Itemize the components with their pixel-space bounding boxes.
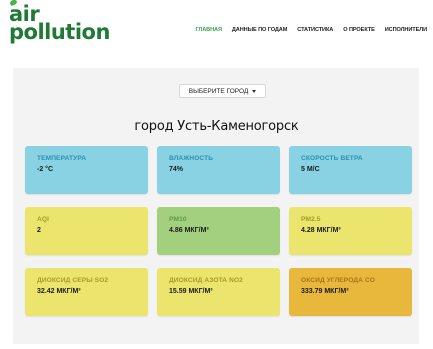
card-value: 74% [169, 166, 184, 173]
nav-item-team[interactable]: ИСПОЛНИТЕЛИ [385, 27, 427, 33]
city-select-label: ВЫБЕРИТЕ ГОРОД [188, 87, 249, 95]
card-value: -2 °C [37, 166, 54, 173]
card-value: 2 [37, 227, 41, 234]
nav-item-data-by-year[interactable]: ДАННЫЕ ПО ГОДАМ [232, 27, 287, 33]
nav-item-home[interactable]: ГЛАВНАЯ [195, 27, 222, 33]
caret-down-icon [252, 89, 257, 93]
card-so2: ДИОКСИД СЕРЫ SO2 32.42 МКГ/М³ [25, 268, 148, 316]
card-temperature: ТЕМПЕРАТУРА -2 °C [25, 146, 148, 194]
logo-line-1: air [9, 0, 110, 25]
card-value: 333.79 МКГ/М³ [301, 288, 349, 295]
main-nav: ГЛАВНАЯ ДАННЫЕ ПО ГОДАМ СТАТИСТИКА О ПРО… [195, 27, 427, 33]
card-value: 4.86 МКГ/М³ [169, 227, 209, 234]
card-label: PM10 [169, 216, 187, 223]
card-aqi: AQI 2 [25, 207, 148, 255]
site-logo[interactable]: air pollution [9, 0, 110, 43]
card-wind-speed: СКОРОСТЬ ВЕТРА 5 М/С [289, 146, 412, 194]
card-label: AQI [37, 216, 50, 223]
card-no2: ДИОКСИД АЗОТА NO2 15.59 МКГ/М³ [157, 268, 280, 316]
card-value: 32.42 МКГ/М³ [37, 288, 81, 295]
card-pm25: PM2.5 4.28 МКГ/М³ [289, 207, 412, 255]
nav-item-statistics[interactable]: СТАТИСТИКА [297, 27, 333, 33]
card-label: СКОРОСТЬ ВЕТРА [301, 155, 363, 162]
card-humidity: ВЛАЖНОСТЬ 74% [157, 146, 280, 194]
card-label: ДИОКСИД СЕРЫ SO2 [37, 277, 109, 284]
card-label: ВЛАЖНОСТЬ [169, 155, 214, 162]
site-header: air pollution ГЛАВНАЯ ДАННЫЕ ПО ГОДАМ СТ… [0, 0, 433, 62]
city-title: город Усть-Каменогорск [134, 119, 299, 134]
city-select-button[interactable]: ВЫБЕРИТЕ ГОРОД [179, 84, 266, 98]
card-label: ОКСИД УГЛЕРОДА CO [301, 277, 376, 284]
card-label: ДИОКСИД АЗОТА NO2 [169, 277, 243, 284]
nav-item-about[interactable]: О ПРОЕКТЕ [343, 27, 375, 33]
card-co: ОКСИД УГЛЕРОДА CO 333.79 МКГ/М³ [289, 268, 412, 316]
card-label: PM2.5 [301, 216, 321, 223]
card-value: 15.59 МКГ/М³ [169, 288, 213, 295]
card-label: ТЕМПЕРАТУРА [37, 155, 87, 162]
card-pm10: PM10 4.86 МКГ/М³ [157, 207, 280, 255]
card-value: 4.28 МКГ/М³ [301, 227, 341, 234]
card-value: 5 М/С [301, 166, 320, 173]
